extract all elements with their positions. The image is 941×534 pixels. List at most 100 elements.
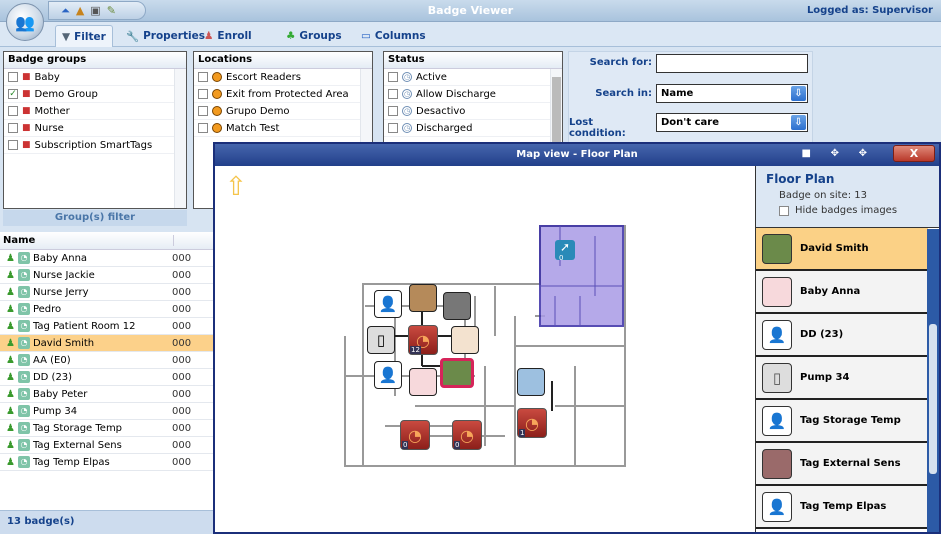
location-item[interactable]: Match Test — [194, 120, 360, 137]
table-row[interactable]: ♟ ◔ Pump 34 000 — [0, 403, 214, 420]
enroll-icon: ♟ — [204, 30, 214, 42]
checkbox[interactable] — [8, 72, 18, 82]
locations-title: Locations — [194, 52, 372, 69]
location-item[interactable]: Escort Readers — [194, 69, 360, 86]
map-badge-selected[interactable] — [440, 358, 474, 388]
side-badge-item[interactable]: 👤 Tag Storage Temp — [756, 400, 928, 443]
checkbox[interactable]: ✓ — [8, 89, 18, 99]
tab-columns[interactable]: ▭ Columns — [355, 25, 432, 47]
location-item[interactable]: Exit from Protected Area — [194, 86, 360, 103]
floor-plan-map[interactable]: ⇧ ➚ 0 👤 ▯ ◔ 12 👤 ◔ 0 ◔ 0 ◔ 1 — [215, 166, 755, 532]
tab-filter[interactable]: ▼ Filter — [55, 25, 113, 47]
map-badge-photo[interactable] — [409, 368, 437, 396]
map-badge-person[interactable]: 👤 — [374, 290, 402, 318]
status-item[interactable]: ◷ Allow Discharge — [384, 86, 550, 103]
map-badge-photo[interactable] — [451, 326, 479, 354]
table-row[interactable]: ♟ ◔ Tag Patient Room 12 000 — [0, 318, 214, 335]
badge-group-item[interactable]: ■ Nurse — [4, 120, 174, 137]
tag-icon: ◔ — [17, 388, 30, 400]
reader-icon[interactable]: ◔ 1 — [517, 408, 547, 438]
table-row[interactable]: ♟ ◔ Nurse Jerry 000 — [0, 284, 214, 301]
map-badge-photo[interactable] — [443, 292, 471, 320]
map-badge-photo[interactable] — [517, 368, 545, 396]
device-icon[interactable]: ▣ — [90, 4, 100, 17]
side-badge-item[interactable]: Baby Anna — [756, 271, 928, 314]
side-badge-item[interactable]: 👤 Tag Temp Elpas — [756, 486, 928, 529]
status-item[interactable]: ◷ Discharged — [384, 120, 550, 137]
side-badge-item[interactable]: ▯ Pump 34 — [756, 357, 928, 400]
chart-icon[interactable]: ▲ — [76, 4, 84, 17]
checkbox[interactable] — [8, 106, 18, 116]
tag-icon: ◔ — [17, 269, 30, 281]
tab-enroll[interactable]: ♟ Enroll — [198, 25, 258, 47]
table-row[interactable]: ♟ ◔ David Smith 000 — [0, 335, 214, 352]
column-header[interactable] — [173, 235, 211, 246]
lost-condition-select[interactable]: Don't care ⇩ — [656, 113, 808, 132]
checkbox[interactable] — [198, 89, 208, 99]
reader-icon[interactable]: ◔ 12 — [408, 325, 438, 355]
reader-icon[interactable]: ◔ 0 — [400, 420, 430, 450]
location-icon — [212, 106, 222, 116]
person-icon: ♟ — [6, 286, 15, 298]
report-icon[interactable]: ✎ — [107, 4, 116, 17]
badge-group-item[interactable]: ■ Baby — [4, 69, 174, 86]
badge-group-item[interactable]: ✓ ■ Demo Group — [4, 86, 174, 103]
person-icon: ♟ — [6, 269, 15, 281]
checkbox[interactable] — [198, 106, 208, 116]
table-row[interactable]: ♟ ◔ Tag Temp Elpas 000 — [0, 454, 214, 471]
photo-baby-icon — [762, 276, 792, 307]
checkbox[interactable] — [388, 72, 398, 82]
tag-icon: ◔ — [17, 252, 30, 264]
table-row[interactable]: ♟ ◔ AA (E0) 000 — [0, 352, 214, 369]
upload-icon[interactable]: ⏶ — [61, 4, 70, 18]
zone-area[interactable] — [539, 225, 624, 327]
close-button[interactable]: X — [893, 145, 935, 162]
map-badge-pump[interactable]: ▯ — [367, 326, 395, 354]
checkbox[interactable] — [388, 123, 398, 133]
map-badge-photo[interactable] — [409, 284, 437, 312]
table-row[interactable]: ♟ ◔ Tag External Sens 000 — [0, 437, 214, 454]
checkbox[interactable] — [388, 89, 398, 99]
checkbox[interactable] — [388, 106, 398, 116]
checkbox[interactable] — [198, 72, 208, 82]
side-badge-item[interactable]: Tag External Sens — [756, 443, 928, 486]
side-badge-item[interactable]: David Smith — [756, 228, 928, 271]
fit-icon[interactable]: ✥ — [831, 148, 839, 159]
move-icon[interactable]: ✥ — [859, 148, 867, 159]
location-item[interactable]: Grupo Demo — [194, 103, 360, 120]
chevron-down-icon[interactable]: ⇩ — [791, 115, 806, 130]
zone-exit-icon[interactable]: ➚ 0 — [555, 240, 575, 262]
checkbox[interactable] — [8, 123, 18, 133]
status-item[interactable]: ◷ Desactivo — [384, 103, 550, 120]
status-item[interactable]: ◷ Active — [384, 69, 550, 86]
checkbox[interactable] — [198, 123, 208, 133]
checkbox[interactable] — [8, 140, 18, 150]
reader-icon[interactable]: ◔ 0 — [452, 420, 482, 450]
photo-device-icon — [762, 448, 792, 479]
badge-group-item[interactable]: ■ Subscription SmartTags — [4, 137, 174, 154]
column-header-name[interactable]: Name — [3, 235, 173, 246]
badge-group-item[interactable]: ■ Mother — [4, 103, 174, 120]
hide-images-checkbox[interactable] — [779, 205, 789, 216]
tab-groups[interactable]: ♣ Groups — [280, 25, 348, 47]
table-row[interactable]: ♟ ◔ Tag Storage Temp 000 — [0, 420, 214, 437]
search-for-input[interactable] — [656, 54, 808, 73]
table-row[interactable]: ♟ ◔ DD (23) 000 — [0, 369, 214, 386]
location-icon — [212, 123, 222, 133]
table-row[interactable]: ♟ ◔ Nurse Jackie 000 — [0, 267, 214, 284]
map-window-titlebar[interactable]: Map view - Floor Plan ■ ✥ ✥ X — [215, 144, 939, 166]
scrollbar[interactable] — [927, 229, 939, 532]
map-badge-person[interactable]: 👤 — [374, 361, 402, 389]
scrollbar[interactable] — [174, 69, 186, 208]
search-in-select[interactable]: Name ⇩ — [656, 84, 808, 103]
clock-icon: ◷ — [402, 123, 412, 133]
minimize-icon[interactable]: ■ — [802, 148, 811, 159]
groups-filter-button[interactable]: Group(s) filter — [3, 210, 187, 226]
table-row[interactable]: ♟ ◔ Baby Peter 000 — [0, 386, 214, 403]
side-badge-item[interactable]: 👤 DD (23) — [756, 314, 928, 357]
clock-icon: ◷ — [402, 106, 412, 116]
table-row[interactable]: ♟ ◔ Pedro 000 — [0, 301, 214, 318]
table-row[interactable]: ♟ ◔ Baby Anna 000 — [0, 250, 214, 267]
app-menu-button[interactable]: 👥 — [6, 3, 44, 41]
chevron-down-icon[interactable]: ⇩ — [791, 86, 806, 101]
